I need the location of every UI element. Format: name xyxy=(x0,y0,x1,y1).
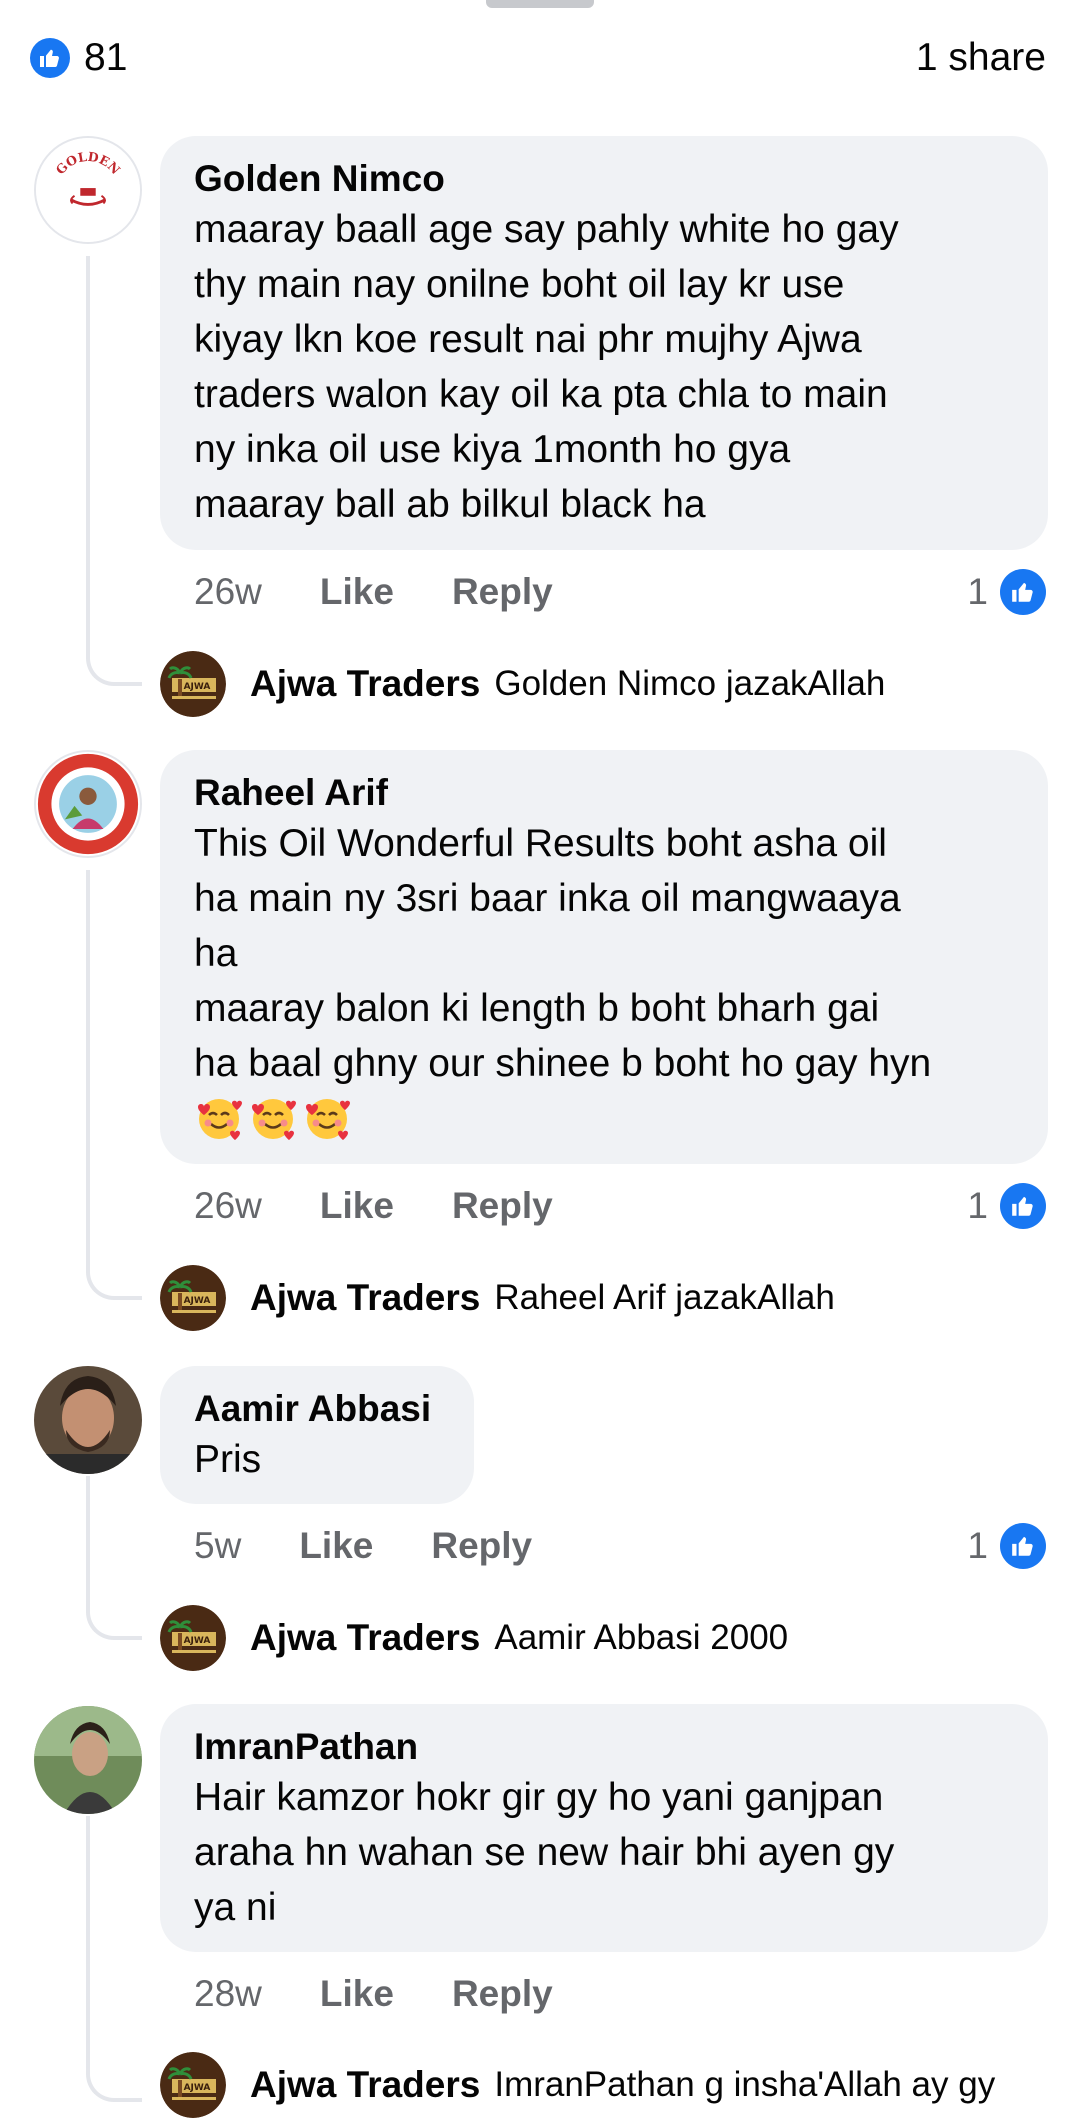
reactions-count: 81 xyxy=(84,36,128,79)
reaction-count-value: 1 xyxy=(967,571,988,612)
like-reaction-icon xyxy=(1000,1523,1046,1569)
reply-preview[interactable]: Ajwa Traders Raheel Arif jazakAllah xyxy=(160,1264,835,1332)
comment-bubble[interactable]: ImranPathan Hair kamzor hokr gir gy ho y… xyxy=(160,1704,1048,1952)
reply-author[interactable]: Ajwa Traders xyxy=(250,1277,480,1319)
thread-connector xyxy=(86,1816,90,2066)
smiling-face-with-hearts-icon xyxy=(194,1093,244,1143)
reply-author[interactable]: Ajwa Traders xyxy=(250,663,480,705)
thread-connector-curve xyxy=(86,646,142,686)
reply-author[interactable]: Ajwa Traders xyxy=(250,1617,480,1659)
thread-connector-curve xyxy=(86,1600,142,1640)
thread-connector-curve xyxy=(86,1260,142,1300)
reply-preview[interactable]: Ajwa Traders Golden Nimco jazakAllah xyxy=(160,650,885,718)
smiling-face-with-hearts-icon xyxy=(248,1093,298,1143)
comment-bubble[interactable]: Raheel Arif This Oil Wonderful Results b… xyxy=(160,750,1048,1164)
ajwa-traders-logo-icon[interactable] xyxy=(160,651,226,717)
avatar[interactable] xyxy=(34,750,142,858)
smiling-face-with-hearts-icon xyxy=(302,1093,352,1143)
avatar[interactable]: GOLDEN xyxy=(34,136,142,244)
like-button[interactable]: Like xyxy=(320,571,394,613)
like-reaction-icon xyxy=(1000,1183,1046,1229)
avatar[interactable] xyxy=(34,1366,142,1474)
ajwa-traders-logo-icon[interactable] xyxy=(160,1605,226,1671)
comment-text: Hair kamzor hokr gir gy ho yani ganjpan … xyxy=(194,1776,895,1929)
comment-timestamp[interactable]: 28w xyxy=(194,1973,262,2015)
user-photo-icon xyxy=(34,1366,142,1474)
comment-reaction-count[interactable]: 1 xyxy=(967,562,1046,622)
ajwa-traders-logo-icon[interactable] xyxy=(160,1265,226,1331)
comment-author[interactable]: Golden Nimco xyxy=(194,156,1014,202)
reply-text: Golden Nimco jazakAllah xyxy=(494,664,886,703)
reaction-count-value: 1 xyxy=(967,1185,988,1226)
thread-connector-curve xyxy=(86,2062,142,2102)
reply-text: Raheel Arif jazakAllah xyxy=(494,1278,835,1317)
like-reaction-icon xyxy=(30,38,70,78)
comment-timestamp[interactable]: 26w xyxy=(194,571,262,613)
emoji-row xyxy=(194,1093,1014,1143)
ajwa-traders-logo-icon[interactable] xyxy=(160,2052,226,2118)
comment-bubble[interactable]: Golden Nimco maaray baall age say pahly … xyxy=(160,136,1048,550)
user-photo-icon xyxy=(34,1706,142,1814)
reply-button[interactable]: Reply xyxy=(431,1525,532,1567)
like-button[interactable]: Like xyxy=(320,1973,394,2015)
reply-button[interactable]: Reply xyxy=(452,571,553,613)
comment-text: This Oil Wonderful Results boht asha oil… xyxy=(194,822,932,1085)
comment-actions: 26w Like Reply xyxy=(194,562,553,622)
comment-bubble[interactable]: Aamir Abbasi Pris xyxy=(160,1366,474,1504)
comment-timestamp[interactable]: 5w xyxy=(194,1525,241,1567)
reactions-summary[interactable]: 81 xyxy=(30,30,127,86)
thread-connector xyxy=(86,870,90,1264)
reply-author[interactable]: Ajwa Traders xyxy=(250,2064,480,2106)
comment-reaction-count[interactable]: 1 xyxy=(967,1176,1046,1236)
comment-reaction-count[interactable]: 1 xyxy=(967,1516,1046,1576)
comment-actions: 28w Like Reply xyxy=(194,1964,553,2024)
golden-vip-logo-icon: GOLDEN xyxy=(36,138,140,242)
comment-author[interactable]: ImranPathan xyxy=(194,1724,1014,1770)
comment-actions: 26w Like Reply xyxy=(194,1176,553,1236)
reply-button[interactable]: Reply xyxy=(452,1185,553,1227)
reply-text: Aamir Abbasi 2000 xyxy=(494,1618,789,1657)
comment-text: Pris xyxy=(194,1438,262,1481)
like-button[interactable]: Like xyxy=(299,1525,373,1567)
thread-connector xyxy=(86,1476,90,1604)
comment-actions: 5w Like Reply xyxy=(194,1516,532,1576)
avatar[interactable] xyxy=(34,1706,142,1814)
comment-author[interactable]: Raheel Arif xyxy=(194,770,1014,816)
shares-count[interactable]: 1 share xyxy=(916,30,1046,86)
reaction-count-value: 1 xyxy=(967,1525,988,1566)
thread-connector xyxy=(86,256,90,652)
like-reaction-icon xyxy=(1000,569,1046,615)
like-button[interactable]: Like xyxy=(320,1185,394,1227)
comment-timestamp[interactable]: 26w xyxy=(194,1185,262,1227)
raheel-arif-badge-icon xyxy=(37,753,139,855)
sheet-drag-handle[interactable] xyxy=(486,0,594,8)
reply-text: ImranPathan g insha'Allah ay gy xyxy=(494,2065,996,2104)
reply-preview[interactable]: Ajwa Traders Aamir Abbasi 2000 xyxy=(160,1604,788,1672)
reply-button[interactable]: Reply xyxy=(452,1973,553,2015)
comment-text: maaray baall age say pahly white ho gay … xyxy=(194,208,899,526)
comment-author[interactable]: Aamir Abbasi xyxy=(194,1386,440,1432)
